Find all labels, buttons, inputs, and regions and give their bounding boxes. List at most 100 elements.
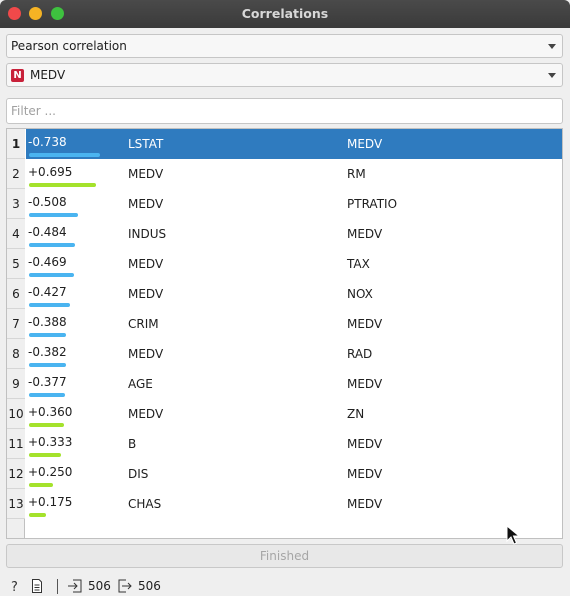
correlation-bar bbox=[29, 363, 66, 367]
correlation-bar bbox=[29, 333, 66, 337]
correlation-table[interactable]: 1 -0.738 LSTAT MEDV 2 +0.695 MEDV RM 3 -0.508 MEDV… bbox=[6, 128, 563, 539]
table-row[interactable]: 6 -0.427 MEDV NOX bbox=[7, 279, 562, 309]
correlation-bar bbox=[29, 273, 74, 277]
row-cells[interactable]: -0.738 LSTAT MEDV bbox=[26, 129, 562, 159]
feature-b: RM bbox=[347, 167, 366, 181]
row-number: 3 bbox=[7, 189, 25, 219]
filter-input[interactable] bbox=[6, 98, 563, 124]
row-number: 5 bbox=[7, 249, 25, 279]
row-cells[interactable]: -0.427 MEDV NOX bbox=[26, 279, 562, 309]
correlation-bar bbox=[29, 483, 53, 487]
correlation-value: -0.388 bbox=[28, 315, 67, 329]
row-cells[interactable]: -0.382 MEDV RAD bbox=[26, 339, 562, 369]
correlation-bar bbox=[29, 183, 96, 187]
feature-value: MEDV bbox=[30, 68, 66, 82]
row-number: 9 bbox=[7, 369, 25, 399]
correlation-value: +0.333 bbox=[28, 435, 73, 449]
table-row[interactable]: 9 -0.377 AGE MEDV bbox=[7, 369, 562, 399]
feature-dropdown[interactable]: N MEDV bbox=[6, 63, 563, 87]
correlation-value: +0.175 bbox=[28, 495, 73, 509]
report-icon[interactable] bbox=[31, 579, 43, 596]
row-cells[interactable]: -0.377 AGE MEDV bbox=[26, 369, 562, 399]
output-icon bbox=[118, 579, 132, 596]
feature-a: B bbox=[128, 437, 137, 451]
table-row[interactable]: 4 -0.484 INDUS MEDV bbox=[7, 219, 562, 249]
table-row[interactable]: 11 +0.333 B MEDV bbox=[7, 429, 562, 459]
correlation-value: +0.360 bbox=[28, 405, 73, 419]
correlation-bar bbox=[29, 213, 78, 217]
finished-button: Finished bbox=[6, 544, 563, 568]
feature-a: MEDV bbox=[128, 197, 164, 211]
table-row[interactable]: 13 +0.175 CHAS MEDV bbox=[7, 489, 562, 519]
correlation-bar bbox=[29, 393, 65, 397]
row-cells[interactable]: +0.695 MEDV RM bbox=[26, 159, 562, 189]
feature-b: NOX bbox=[347, 287, 373, 301]
correlation-value: -0.508 bbox=[28, 195, 67, 209]
correlation-bar bbox=[29, 453, 61, 457]
row-cells[interactable]: +0.333 B MEDV bbox=[26, 429, 562, 459]
mouse-cursor-icon bbox=[506, 524, 521, 548]
row-number: 7 bbox=[7, 309, 25, 339]
help-icon[interactable]: ? bbox=[10, 579, 22, 596]
row-cells[interactable]: +0.360 MEDV ZN bbox=[26, 399, 562, 429]
feature-a: DIS bbox=[128, 467, 149, 481]
row-number: 11 bbox=[7, 429, 25, 459]
row-number: 6 bbox=[7, 279, 25, 309]
row-cells[interactable]: -0.484 INDUS MEDV bbox=[26, 219, 562, 249]
feature-a: MEDV bbox=[128, 287, 164, 301]
window-title: Correlations bbox=[241, 6, 329, 21]
feature-a: MEDV bbox=[128, 257, 164, 271]
correlation-type-value: Pearson correlation bbox=[11, 39, 127, 53]
row-cells[interactable]: -0.388 CRIM MEDV bbox=[26, 309, 562, 339]
feature-a: CHAS bbox=[128, 497, 162, 511]
table-row[interactable]: 7 -0.388 CRIM MEDV bbox=[7, 309, 562, 339]
feature-a: MEDV bbox=[128, 167, 164, 181]
feature-b: TAX bbox=[347, 257, 370, 271]
feature-a: AGE bbox=[128, 377, 153, 391]
table-row[interactable]: 8 -0.382 MEDV RAD bbox=[7, 339, 562, 369]
status-bar: ? 506 506 bbox=[0, 576, 570, 596]
svg-text:?: ? bbox=[11, 580, 18, 593]
feature-b: MEDV bbox=[347, 437, 383, 451]
row-number: 2 bbox=[7, 159, 25, 189]
feature-a: LSTAT bbox=[128, 137, 164, 151]
correlation-value: -0.382 bbox=[28, 345, 67, 359]
row-number: 12 bbox=[7, 459, 25, 489]
correlation-bar bbox=[29, 303, 70, 307]
feature-a: MEDV bbox=[128, 407, 164, 421]
table-row[interactable]: 1 -0.738 LSTAT MEDV bbox=[7, 129, 562, 159]
table-row[interactable]: 12 +0.250 DIS MEDV bbox=[7, 459, 562, 489]
correlation-value: -0.469 bbox=[28, 255, 67, 269]
feature-b: MEDV bbox=[347, 467, 383, 481]
feature-b: RAD bbox=[347, 347, 373, 361]
feature-a: CRIM bbox=[128, 317, 159, 331]
feature-b: PTRATIO bbox=[347, 197, 398, 211]
correlation-bar bbox=[29, 423, 64, 427]
correlation-value: -0.377 bbox=[28, 375, 67, 389]
correlation-value: -0.427 bbox=[28, 285, 67, 299]
row-number: 10 bbox=[7, 399, 25, 429]
chevron-down-icon bbox=[548, 73, 556, 78]
table-row[interactable]: 2 +0.695 MEDV RM bbox=[7, 159, 562, 189]
input-icon bbox=[68, 579, 82, 596]
table-row[interactable]: 10 +0.360 MEDV ZN bbox=[7, 399, 562, 429]
row-number: 8 bbox=[7, 339, 25, 369]
output-count: 506 bbox=[138, 579, 161, 593]
row-cells[interactable]: +0.250 DIS MEDV bbox=[26, 459, 562, 489]
correlation-value: +0.250 bbox=[28, 465, 73, 479]
table-row[interactable]: 3 -0.508 MEDV PTRATIO bbox=[7, 189, 562, 219]
row-cells[interactable]: -0.508 MEDV PTRATIO bbox=[26, 189, 562, 219]
correlation-bar bbox=[29, 153, 100, 157]
correlation-bar bbox=[29, 243, 75, 247]
table-row[interactable]: 5 -0.469 MEDV TAX bbox=[7, 249, 562, 279]
row-cells[interactable]: +0.175 CHAS MEDV bbox=[26, 489, 562, 519]
correlation-value: -0.738 bbox=[28, 135, 67, 149]
feature-a: INDUS bbox=[128, 227, 167, 241]
row-number: 1 bbox=[7, 129, 25, 159]
correlation-value: -0.484 bbox=[28, 225, 67, 239]
correlation-type-dropdown[interactable]: Pearson correlation bbox=[6, 34, 563, 58]
feature-b: ZN bbox=[347, 407, 365, 421]
status-separator bbox=[57, 579, 58, 594]
chevron-down-icon bbox=[548, 44, 556, 49]
row-cells[interactable]: -0.469 MEDV TAX bbox=[26, 249, 562, 279]
